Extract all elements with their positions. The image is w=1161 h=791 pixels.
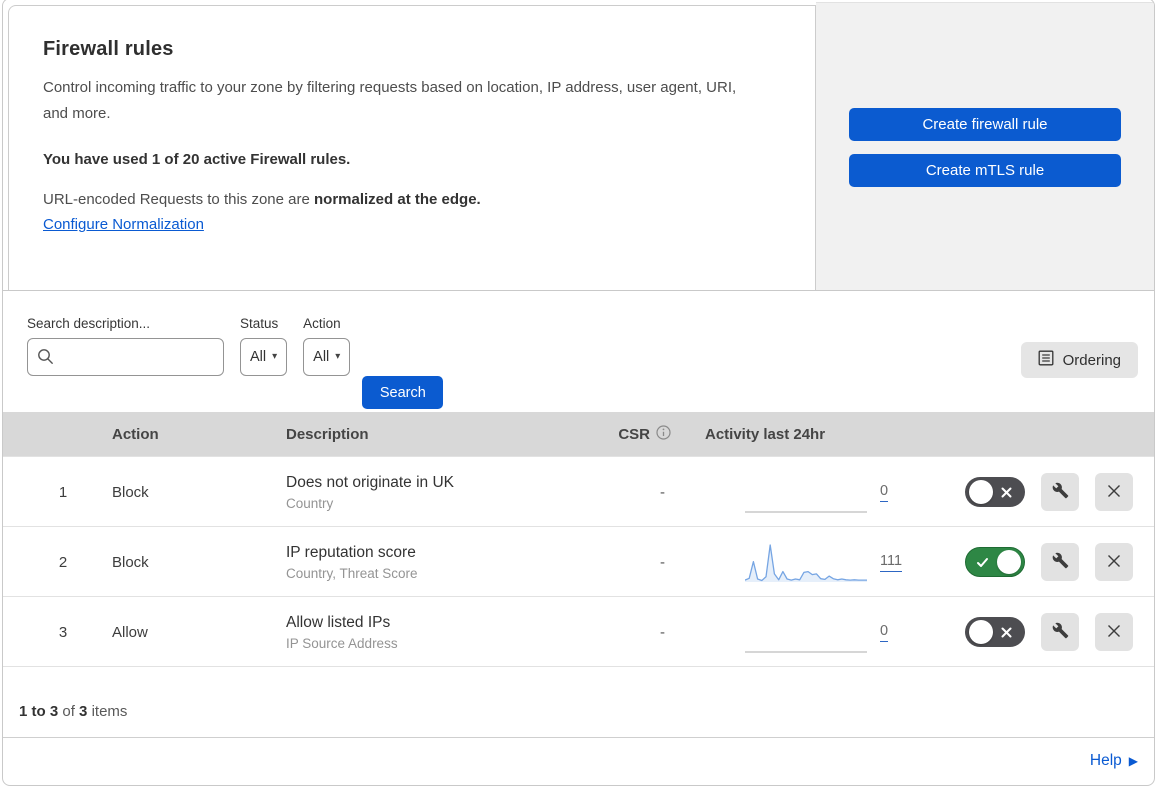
firewall-rules-page: Firewall rules Control incoming traffic …: [2, 0, 1155, 786]
rule-description: Allow listed IPs: [286, 613, 391, 631]
rule-activity-cell: 0: [679, 597, 924, 667]
action-value: All: [313, 349, 330, 365]
ordering-label: Ordering: [1062, 351, 1121, 369]
delete-rule-button[interactable]: [1095, 473, 1133, 511]
rule-fields: IP Source Address: [286, 635, 398, 651]
action-select[interactable]: All ▾: [303, 338, 351, 376]
info-icon[interactable]: [656, 424, 671, 444]
header-section: Firewall rules Control incoming traffic …: [3, 0, 1154, 291]
search-button[interactable]: Search: [362, 376, 444, 409]
help-bar: Help ▶: [3, 737, 1154, 783]
rule-action: Block: [112, 483, 149, 501]
rule-controls: [924, 543, 1154, 581]
create-firewall-rule-button[interactable]: Create firewall rule: [849, 108, 1121, 141]
rule-controls: [924, 473, 1154, 511]
activity-column-header: Activity last 24hr: [705, 425, 826, 443]
page-title: Firewall rules: [43, 38, 174, 60]
arrow-right-icon: ▶: [1128, 753, 1138, 768]
description-column-header: Description: [286, 425, 369, 443]
rule-csr-value: -: [660, 623, 665, 641]
close-icon: [1106, 483, 1122, 502]
delete-rule-button[interactable]: [1095, 613, 1133, 651]
rule-csr-value: -: [660, 553, 665, 571]
activity-sparkline: [745, 651, 867, 653]
status-select[interactable]: All ▾: [240, 338, 288, 376]
close-icon: [1106, 553, 1122, 572]
ordering-list-icon: [1038, 350, 1054, 370]
rule-activity-cell: 0: [679, 457, 924, 527]
action-column-header: Action: [112, 425, 159, 443]
toggle-knob: [969, 480, 993, 504]
filter-bar: Search description... Status All ▾ Actio…: [3, 291, 1154, 412]
chevron-down-icon: ▾: [335, 351, 341, 362]
action-label: Action: [303, 316, 341, 331]
status-filter-group: Status All ▾: [240, 316, 288, 412]
rule-action: Block: [112, 553, 149, 571]
action-filter-group: Action All ▾: [303, 316, 351, 412]
table-row: 2 Block IP reputation score Country, Thr…: [3, 526, 1154, 596]
usage-summary: You have used 1 of 20 active Firewall ru…: [43, 151, 351, 168]
rule-activity-cell: 111: [679, 527, 924, 597]
edit-rule-button[interactable]: [1041, 473, 1079, 511]
items-range: 1 to 3: [19, 703, 59, 720]
csr-column-header: CSR: [618, 424, 679, 444]
delete-rule-button[interactable]: [1095, 543, 1133, 581]
rule-description-cell: Does not originate in UK Country: [274, 474, 589, 511]
activity-sparkline: [745, 544, 867, 582]
rule-priority: 3: [58, 623, 68, 641]
activity-count-link[interactable]: 0: [880, 483, 889, 502]
rule-description-cell: Allow listed IPs IP Source Address: [274, 614, 589, 651]
rule-description: IP reputation score: [286, 543, 416, 561]
search-group: Search description...: [27, 316, 224, 412]
rule-controls: [924, 613, 1154, 651]
edit-rule-button[interactable]: [1041, 613, 1079, 651]
page-description: Control incoming traffic to your zone by…: [43, 79, 737, 122]
search-input[interactable]: [27, 338, 224, 376]
ordering-button[interactable]: Ordering: [1020, 342, 1138, 378]
actions-panel: Create firewall rule Create mTLS rule: [816, 2, 1154, 290]
create-mtls-rule-button[interactable]: Create mTLS rule: [849, 154, 1121, 187]
rule-fields: Country: [286, 495, 334, 511]
wrench-icon: [1052, 552, 1069, 572]
pagination-summary: 1 to 3 of 3 items: [3, 666, 1154, 737]
status-value: All: [250, 349, 267, 365]
wrench-icon: [1052, 622, 1069, 642]
intro-card: Firewall rules Control incoming traffic …: [8, 5, 816, 290]
wrench-icon: [1052, 482, 1069, 502]
search-label: Search description...: [27, 316, 151, 331]
table-row: 3 Allow Allow listed IPs IP Source Addre…: [3, 596, 1154, 666]
close-icon: [1106, 623, 1122, 642]
activity-sparkline: [745, 511, 867, 513]
rule-action: Allow: [112, 623, 148, 641]
rule-description: Does not originate in UK: [286, 473, 455, 491]
table-row: 1 Block Does not originate in UK Country…: [3, 456, 1154, 526]
toggle-knob: [997, 550, 1021, 574]
enable-rule-toggle[interactable]: [965, 617, 1025, 647]
activity-count-link[interactable]: 0: [880, 623, 889, 642]
enable-rule-toggle[interactable]: [965, 547, 1025, 577]
chevron-down-icon: ▾: [272, 351, 278, 362]
status-label: Status: [240, 316, 279, 331]
rule-priority: 1: [58, 483, 68, 501]
configure-normalization-link[interactable]: Configure Normalization: [43, 216, 204, 233]
normalization-text: URL-encoded Requests to this zone are: [43, 191, 310, 208]
rule-fields: Country, Threat Score: [286, 565, 418, 581]
rule-description-cell: IP reputation score Country, Threat Scor…: [274, 544, 589, 581]
enable-rule-toggle[interactable]: [965, 477, 1025, 507]
toggle-knob: [969, 620, 993, 644]
normalization-note: URL-encoded Requests to this zone are no…: [43, 191, 775, 208]
search-icon: [37, 348, 54, 365]
normalization-bold: normalized at the edge.: [314, 191, 481, 208]
table-header: Action Description CSR Activity last 24h…: [3, 412, 1154, 456]
rule-priority: 2: [58, 553, 68, 571]
activity-count-link[interactable]: 111: [880, 553, 903, 572]
items-total: 3: [79, 703, 88, 720]
edit-rule-button[interactable]: [1041, 543, 1079, 581]
rule-csr-value: -: [660, 483, 665, 501]
help-link[interactable]: Help ▶: [1090, 752, 1138, 770]
